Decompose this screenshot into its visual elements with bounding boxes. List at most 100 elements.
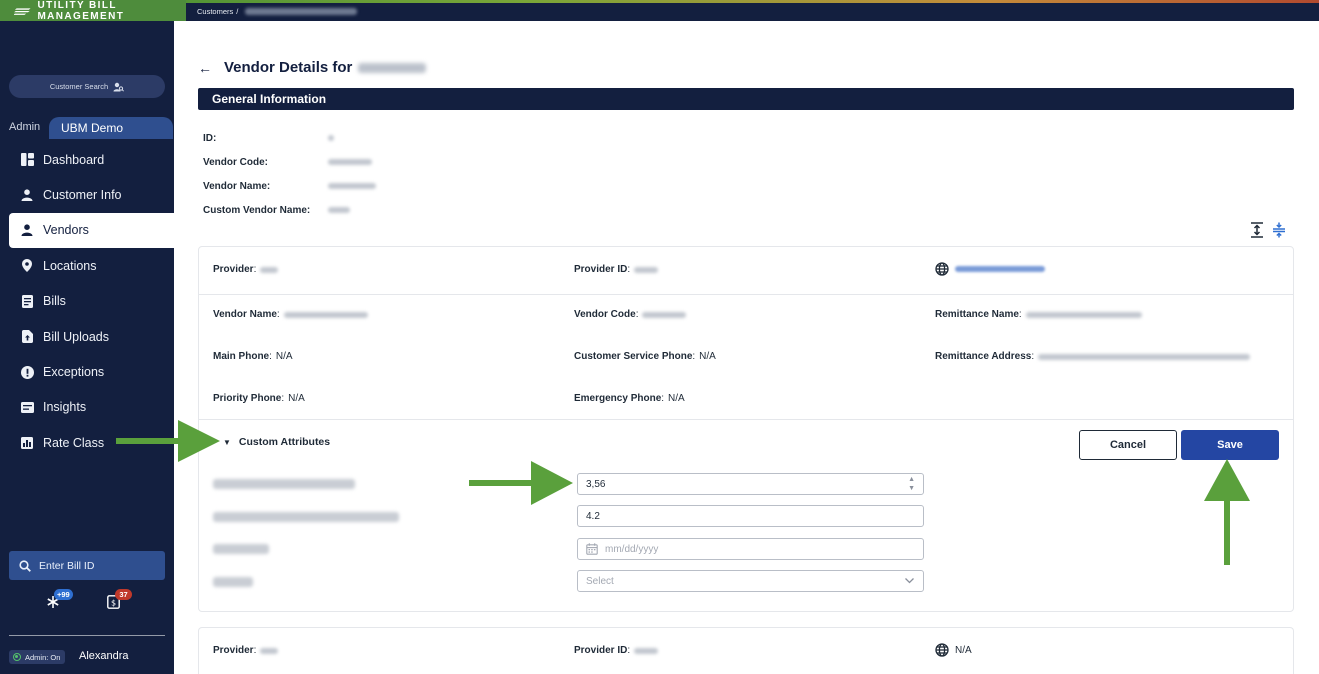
processing-fee-percent-input[interactable]: 4.2: [577, 505, 924, 527]
bill-id-search-input[interactable]: Enter Bill ID: [9, 551, 165, 580]
back-arrow-icon[interactable]: ←: [198, 60, 212, 76]
gi-value-redacted: [328, 183, 376, 189]
remittance-name-field: Remittance Name :: [935, 309, 1142, 320]
colon: :: [253, 645, 257, 656]
sidebar-nav: Dashboard Customer Info Vendors Location…: [9, 142, 174, 461]
vendor-code-value-redacted: [642, 311, 687, 318]
remittance-address-value-redacted: [1038, 353, 1251, 360]
number-stepper-icon[interactable]: ▲ ▼: [908, 475, 915, 493]
vendor-provider-card-2: Provider : Provider ID : N/A: [198, 627, 1294, 674]
colon: :: [661, 393, 665, 404]
colon: :: [281, 393, 285, 404]
cancel-button[interactable]: Cancel: [1079, 430, 1177, 460]
website-link-redacted[interactable]: [955, 266, 1045, 272]
vendor-provider-card: Provider : Provider ID : Vendor Name : V…: [198, 246, 1294, 612]
role-tab-ubm-demo[interactable]: UBM Demo: [49, 117, 173, 139]
colon: :: [1018, 309, 1022, 320]
provider-id-value-redacted: [634, 266, 659, 273]
website-field: [935, 262, 1045, 276]
sidebar-item-vendors[interactable]: Vendors: [9, 212, 174, 249]
website-value: N/A: [955, 644, 972, 656]
sidebar-item-exceptions[interactable]: Exceptions: [9, 354, 174, 389]
vendor-name-label: Vendor Name: [213, 309, 277, 320]
customer-service-phone-value: N/A: [699, 351, 716, 362]
emergency-phone-value: N/A: [668, 393, 685, 404]
person-icon: [20, 223, 34, 237]
sidebar-item-label: Locations: [43, 258, 97, 273]
remittance-name-value-redacted: [1025, 311, 1142, 318]
processing-fee-input[interactable]: 3,56 ▲ ▼: [577, 473, 924, 495]
collapse-all-icon[interactable]: [1272, 222, 1286, 238]
website-field: N/A: [935, 643, 972, 657]
user-name[interactable]: Alexandra: [79, 650, 129, 662]
role-tab-admin[interactable]: Admin: [9, 121, 40, 133]
gi-label: ID:: [203, 132, 217, 144]
search-icon: [19, 559, 31, 572]
role-tab-ubm-demo-label: UBM Demo: [61, 121, 124, 135]
sidebar-item-label: Dashboard: [43, 152, 105, 167]
breadcrumb: Customers /: [197, 3, 358, 20]
epay-date-input[interactable]: mm/dd/yyyy: [577, 538, 924, 560]
page-title-text: Vendor Details for: [224, 59, 353, 76]
globe-icon: [935, 262, 949, 276]
expand-all-icon[interactable]: [1250, 222, 1264, 238]
admin-mode-toggle[interactable]: Admin: On: [9, 650, 66, 664]
role-tabs: Admin UBM Demo: [0, 117, 174, 139]
attr-label-redacted: [213, 479, 355, 489]
sidebar-item-dashboard[interactable]: Dashboard: [9, 142, 174, 177]
provider-id-value-redacted: [634, 647, 659, 654]
colon: :: [627, 264, 631, 275]
attr-label-redacted: [213, 544, 269, 554]
bill-id-placeholder: Enter Bill ID: [39, 559, 95, 572]
general-information-header: General Information: [198, 88, 1294, 110]
vendor-name-value-redacted: [283, 311, 368, 318]
exclamation-icon: [20, 365, 34, 379]
upload-icon: [20, 330, 34, 344]
breadcrumb-separator: /: [236, 7, 239, 16]
sidebar-item-customer-info[interactable]: Customer Info: [9, 177, 174, 212]
gi-row-id: ID:: [203, 126, 376, 150]
breadcrumb-customers[interactable]: Customers: [197, 7, 233, 16]
person-icon: [20, 188, 34, 202]
sidebar-item-label: Insights: [43, 400, 87, 415]
general-information-grid: ID: Vendor Code: Vendor Name: Custom Ven…: [203, 126, 376, 222]
colon: :: [635, 309, 639, 320]
sidebar-item-bill-uploads[interactable]: Bill Uploads: [9, 319, 174, 354]
vendor-name-field: Vendor Name :: [213, 309, 368, 320]
provider-value-redacted: [260, 647, 279, 654]
emergency-phone-field: Emergency Phone : N/A: [574, 393, 685, 404]
view-toggle-icons: [1250, 222, 1286, 238]
app-root: UTILITY BILL MANAGEMENT Customers / Cust…: [0, 0, 1319, 674]
card-divider: [199, 419, 1293, 420]
colon: :: [253, 264, 257, 275]
card-divider: [199, 294, 1293, 295]
customer-search-button[interactable]: Customer Search: [9, 75, 165, 98]
sidebar-item-label: Rate Class: [43, 435, 105, 450]
custom-attributes-label: Custom Attributes: [238, 436, 331, 448]
insights-icon: [20, 400, 34, 414]
main-content: ← Vendor Details for General Information…: [174, 21, 1319, 674]
annotation-arrow-right-icon: [469, 461, 573, 505]
colon: :: [276, 309, 280, 320]
colon: :: [269, 351, 272, 362]
gi-value-redacted: [328, 159, 372, 165]
save-button[interactable]: Save: [1181, 430, 1279, 460]
epay-date-placeholder: mm/dd/yyyy: [605, 543, 659, 555]
custom-attributes-toggle[interactable]: ▼ Custom Attributes: [223, 436, 330, 448]
gi-value-redacted: [328, 207, 350, 213]
provider-field: Provider :: [213, 264, 279, 275]
remittance-name-label: Remittance Name: [935, 309, 1019, 320]
emergency-phone-label: Emergency Phone: [574, 393, 662, 404]
asterisk-notifications-button[interactable]: +99: [46, 589, 73, 614]
provider-label: Provider: [213, 645, 254, 656]
sidebar-divider: [9, 635, 165, 636]
brand-logo[interactable]: UTILITY BILL MANAGEMENT: [0, 0, 186, 22]
test-attribute-select[interactable]: Select: [577, 570, 924, 592]
bills-notifications-button[interactable]: $ 37: [107, 589, 132, 614]
annotation-arrow-right-icon: [116, 420, 220, 462]
sidebar-item-bills[interactable]: Bills: [9, 284, 174, 319]
colon: :: [1031, 351, 1035, 362]
admin-toggle-label: Admin: On: [25, 652, 61, 662]
sidebar-item-locations[interactable]: Locations: [9, 248, 174, 283]
attr-label-redacted: [213, 512, 399, 522]
